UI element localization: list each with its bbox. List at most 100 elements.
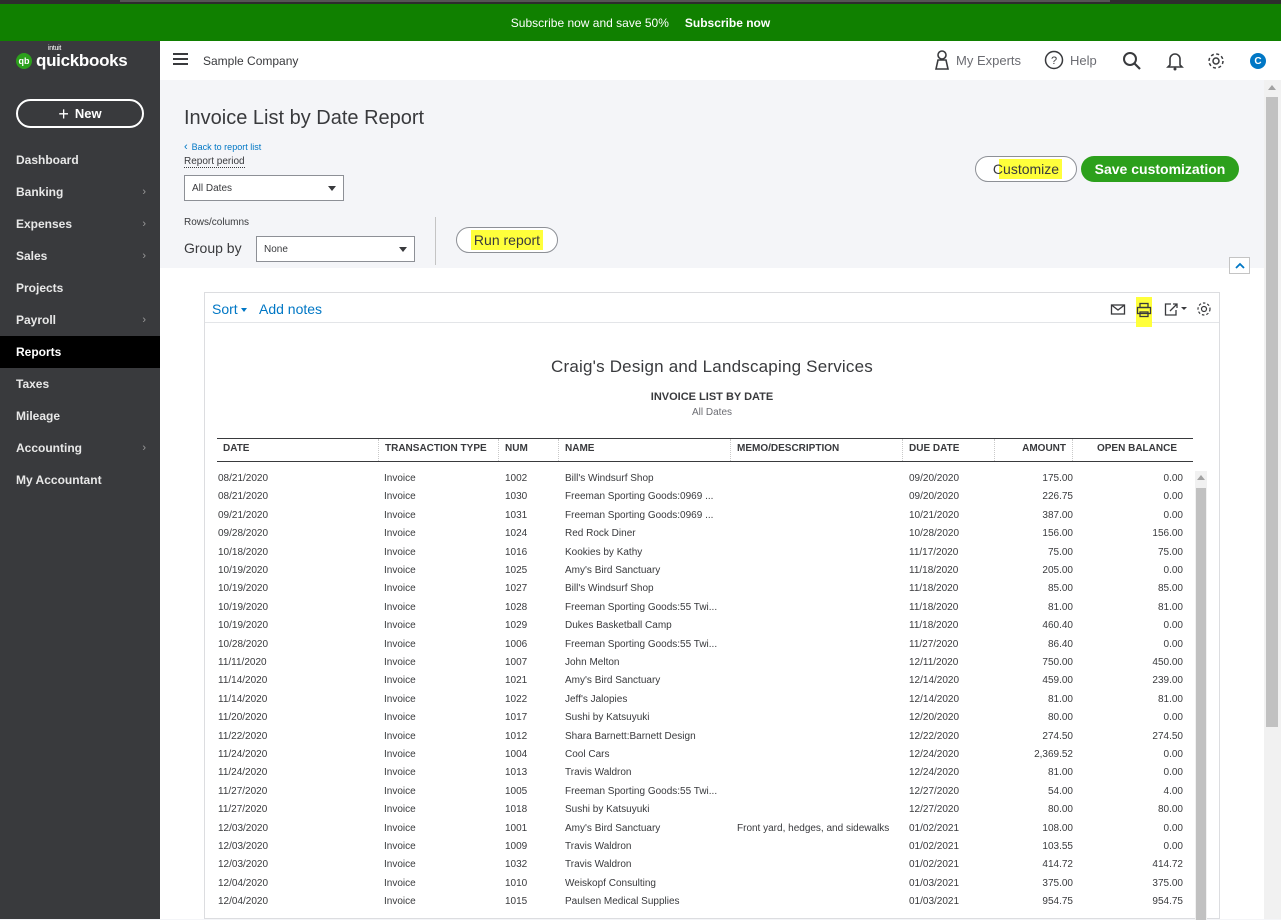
table-row[interactable]: 11/27/2020 Invoice 1018 Sushi by Katsuyuki 1… [217, 802, 1193, 820]
table-cell[interactable]: 1021 [505, 675, 560, 686]
table-row[interactable]: 12/04/2020 Invoice 1015 Paulsen Medical Sup… [217, 894, 1193, 912]
table-row[interactable]: 11/24/2020 Invoice 1013 Travis Waldron 12/24… [217, 765, 1193, 783]
report-period-select[interactable]: All Dates [184, 175, 344, 201]
table-cell[interactable]: 1013 [505, 767, 560, 778]
table-cell[interactable]: 1007 [505, 657, 560, 668]
collapse-chevron-up-icon[interactable] [1229, 257, 1250, 274]
back-to-report-list-link[interactable]: ‹ Back to report list [184, 141, 261, 153]
table-row[interactable]: 12/03/2020 Invoice 1032 Travis Waldron 01/02… [217, 857, 1193, 875]
column-header[interactable]: DATE [217, 439, 379, 461]
subscribe-now-link[interactable]: Subscribe now [685, 16, 770, 30]
table-cell: 103.55 [1042, 841, 1073, 852]
sidebar-item-my-accountant[interactable]: My Accountant [0, 464, 160, 496]
table-cell[interactable]: 1002 [505, 473, 560, 484]
table-cell[interactable]: 1028 [505, 602, 560, 613]
help-button[interactable]: ? Help [1044, 50, 1097, 70]
sidebar-item-expenses[interactable]: Expenses › [0, 208, 160, 240]
table-cell[interactable]: 1017 [505, 712, 560, 723]
table-cell[interactable]: 1012 [505, 731, 560, 742]
table-row[interactable]: 11/11/2020 Invoice 1007 John Melton 12/11/20… [217, 655, 1193, 673]
email-icon[interactable] [1110, 301, 1126, 317]
table-cell: Amy's Bird Sanctuary [565, 823, 661, 834]
table-cell[interactable]: 1001 [505, 823, 560, 834]
column-header[interactable]: OPEN BALANCE [1073, 439, 1193, 461]
search-icon[interactable] [1122, 51, 1142, 71]
table-cell: Travis Waldron [565, 767, 632, 778]
table-row[interactable]: 09/21/2020 Invoice 1031 Freeman Sporting Go… [217, 508, 1193, 526]
table-cell[interactable]: 1029 [505, 620, 560, 631]
table-row[interactable]: 11/14/2020 Invoice 1021 Amy's Bird Sanctuar… [217, 673, 1193, 691]
sidebar-item-projects[interactable]: Projects [0, 272, 160, 304]
table-row[interactable]: 11/20/2020 Invoice 1017 Sushi by Katsuyuki 1… [217, 710, 1193, 728]
avatar[interactable]: C [1250, 53, 1266, 69]
table-row[interactable]: 10/18/2020 Invoice 1016 Kookies by Kathy 11/… [217, 545, 1193, 563]
sidebar-item-accounting[interactable]: Accounting › [0, 432, 160, 464]
table-cell[interactable]: 1022 [505, 694, 560, 705]
column-header[interactable]: AMOUNT [995, 439, 1073, 461]
customize-button[interactable]: Customize [975, 156, 1077, 182]
sort-dropdown[interactable]: Sort [212, 301, 247, 317]
table-row[interactable]: 11/24/2020 Invoice 1004 Cool Cars 12/24/2020… [217, 747, 1193, 765]
settings-gear-icon[interactable] [1196, 301, 1212, 317]
sidebar-item-mileage[interactable]: Mileage [0, 400, 160, 432]
page-scrollbar[interactable] [1264, 80, 1281, 919]
table-row[interactable]: 10/19/2020 Invoice 1025 Amy's Bird Sanctuar… [217, 563, 1193, 581]
hamburger-menu-icon[interactable] [173, 53, 188, 65]
sidebar-item-taxes[interactable]: Taxes [0, 368, 160, 400]
table-cell[interactable]: 1004 [505, 749, 560, 760]
group-by-select[interactable]: None [256, 236, 415, 262]
table-row[interactable]: 10/19/2020 Invoice 1027 Bill's Windsurf Sho… [217, 581, 1193, 599]
table-row[interactable]: 11/14/2020 Invoice 1022 Jeff's Jalopies 12/1… [217, 692, 1193, 710]
sidebar-item-sales[interactable]: Sales › [0, 240, 160, 272]
table-cell[interactable]: 1025 [505, 565, 560, 576]
sidebar-item-payroll[interactable]: Payroll › [0, 304, 160, 336]
column-header[interactable]: NUM [499, 439, 559, 461]
run-report-button[interactable]: Run report [456, 227, 558, 253]
sidebar-item-dashboard[interactable]: Dashboard [0, 144, 160, 176]
table-cell: 12/14/2020 [909, 694, 960, 705]
quickbooks-logo[interactable]: qb intuit quickbooks [16, 45, 128, 71]
table-cell[interactable]: 1032 [505, 859, 560, 870]
table-row[interactable]: 11/22/2020 Invoice 1012 Shara Barnett:Barne… [217, 729, 1193, 747]
bell-icon[interactable] [1165, 51, 1185, 71]
column-header[interactable]: MEMO/DESCRIPTION [731, 439, 903, 461]
table-cell[interactable]: 1016 [505, 547, 560, 558]
export-icon[interactable] [1163, 301, 1189, 317]
table-row[interactable]: 08/21/2020 Invoice 1030 Freeman Sporting Go… [217, 489, 1193, 507]
new-button[interactable]: + New [16, 99, 144, 128]
table-cell[interactable]: 1024 [505, 528, 560, 539]
sidebar-item-banking[interactable]: Banking › [0, 176, 160, 208]
column-header[interactable]: NAME [559, 439, 731, 461]
table-row[interactable]: 10/28/2020 Invoice 1006 Freeman Sporting Go… [217, 637, 1193, 655]
table-cell[interactable]: 1015 [505, 896, 560, 907]
table-row[interactable]: 11/27/2020 Invoice 1005 Freeman Sporting Go… [217, 784, 1193, 802]
table-row[interactable]: 08/21/2020 Invoice 1002 Bill's Windsurf Sho… [217, 471, 1193, 489]
table-cell[interactable]: 1031 [505, 510, 560, 521]
table-cell[interactable]: 1005 [505, 786, 560, 797]
table-cell[interactable]: 1018 [505, 804, 560, 815]
table-cell[interactable]: 1006 [505, 639, 560, 650]
table-row[interactable]: 12/03/2020 Invoice 1009 Travis Waldron 01/02… [217, 839, 1193, 857]
table-cell: 0.00 [1163, 620, 1183, 631]
sidebar-item-reports[interactable]: Reports [0, 336, 160, 368]
table-row[interactable]: 10/19/2020 Invoice 1029 Dukes Basketball Ca… [217, 618, 1193, 636]
table-cell[interactable]: 1010 [505, 878, 560, 889]
table-cell[interactable]: 1027 [505, 583, 560, 594]
table-scrollbar[interactable] [1195, 471, 1207, 920]
print-icon[interactable] [1136, 302, 1152, 318]
table-cell: Invoice [384, 620, 416, 631]
table-cell[interactable]: 1030 [505, 491, 560, 502]
my-experts-button[interactable]: My Experts [934, 50, 1021, 70]
add-notes-link[interactable]: Add notes [259, 301, 322, 317]
table-cell[interactable]: 1009 [505, 841, 560, 852]
table-row[interactable]: 12/03/2020 Invoice 1001 Amy's Bird Sanctuar… [217, 821, 1193, 839]
table-cell: Sushi by Katsuyuki [565, 712, 650, 723]
column-header[interactable]: TRANSACTION TYPE [379, 439, 499, 461]
table-row[interactable]: 10/19/2020 Invoice 1028 Freeman Sporting Go… [217, 600, 1193, 618]
table-row[interactable]: 12/04/2020 Invoice 1010 Weiskopf Consulting… [217, 876, 1193, 894]
table-cell: 12/04/2020 [218, 896, 269, 907]
gear-icon[interactable] [1206, 51, 1226, 71]
column-header[interactable]: DUE DATE [903, 439, 995, 461]
table-row[interactable]: 09/28/2020 Invoice 1024 Red Rock Diner 10/28… [217, 526, 1193, 544]
save-customization-button[interactable]: Save customization [1081, 156, 1239, 182]
